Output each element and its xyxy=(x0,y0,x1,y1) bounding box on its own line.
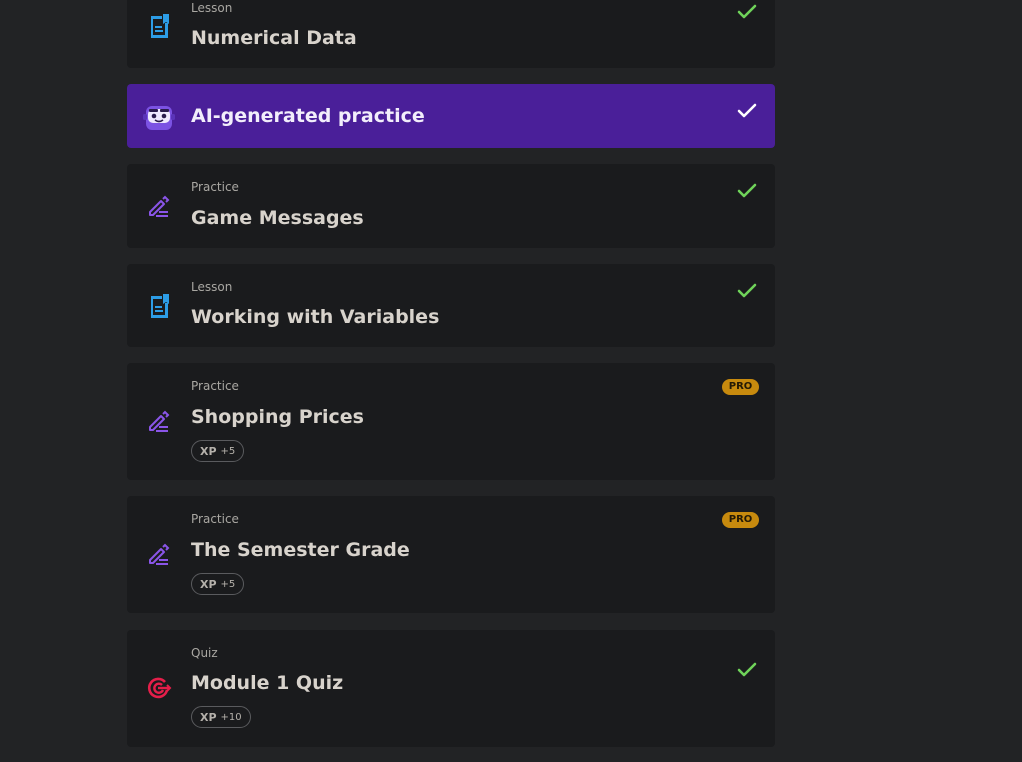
pro-badge: PRO xyxy=(722,512,759,528)
item-title: Module 1 Quiz xyxy=(191,672,344,694)
item-title: Game Messages xyxy=(191,207,364,229)
item-kind: Quiz xyxy=(191,646,218,660)
check-icon xyxy=(736,659,758,681)
xp-label: XP xyxy=(200,710,217,724)
check-icon xyxy=(736,280,758,302)
xp-reward-pill: XP +5 xyxy=(191,440,245,462)
item-kind: Practice xyxy=(191,379,239,393)
lesson-icon xyxy=(146,13,172,39)
check-icon xyxy=(736,180,758,202)
list-item-working-with-variables[interactable]: Lesson Working with Variables xyxy=(127,264,775,347)
check-icon xyxy=(736,1,758,23)
xp-amount: +10 xyxy=(220,711,242,723)
item-kind: Lesson xyxy=(191,280,233,294)
practice-pencil-icon xyxy=(146,194,172,220)
list-item-ai-generated-practice[interactable]: AI-generated practice xyxy=(127,84,775,148)
item-title: Shopping Prices xyxy=(191,406,364,428)
item-kind: Lesson xyxy=(191,1,233,15)
xp-amount: +5 xyxy=(220,578,236,590)
practice-pencil-icon xyxy=(146,409,172,435)
lesson-icon xyxy=(146,293,172,319)
xp-amount: +5 xyxy=(220,445,236,457)
list-item-numerical-data[interactable]: Lesson Numerical Data xyxy=(127,0,775,68)
xp-label: XP xyxy=(200,577,217,591)
check-icon xyxy=(736,100,758,122)
item-title: Working with Variables xyxy=(191,306,440,328)
item-kind: Practice xyxy=(191,512,239,526)
list-item-shopping-prices[interactable]: Practice Shopping Prices PRO XP +5 xyxy=(127,363,775,480)
item-title: AI-generated practice xyxy=(191,105,425,127)
pro-badge: PRO xyxy=(722,379,759,395)
robot-mascot-icon xyxy=(143,102,175,132)
xp-label: XP xyxy=(200,444,217,458)
item-title: Numerical Data xyxy=(191,27,357,49)
item-kind: Practice xyxy=(191,180,239,194)
list-item-game-messages[interactable]: Practice Game Messages xyxy=(127,164,775,248)
quiz-target-icon xyxy=(146,675,172,701)
list-item-module-1-quiz[interactable]: Quiz Module 1 Quiz XP +10 xyxy=(127,630,775,747)
xp-reward-pill: XP +5 xyxy=(191,573,245,595)
item-title: The Semester Grade xyxy=(191,539,410,561)
list-item-the-semester-grade[interactable]: Practice The Semester Grade PRO XP +5 xyxy=(127,496,775,613)
xp-reward-pill: XP +10 xyxy=(191,706,251,728)
practice-pencil-icon xyxy=(146,542,172,568)
